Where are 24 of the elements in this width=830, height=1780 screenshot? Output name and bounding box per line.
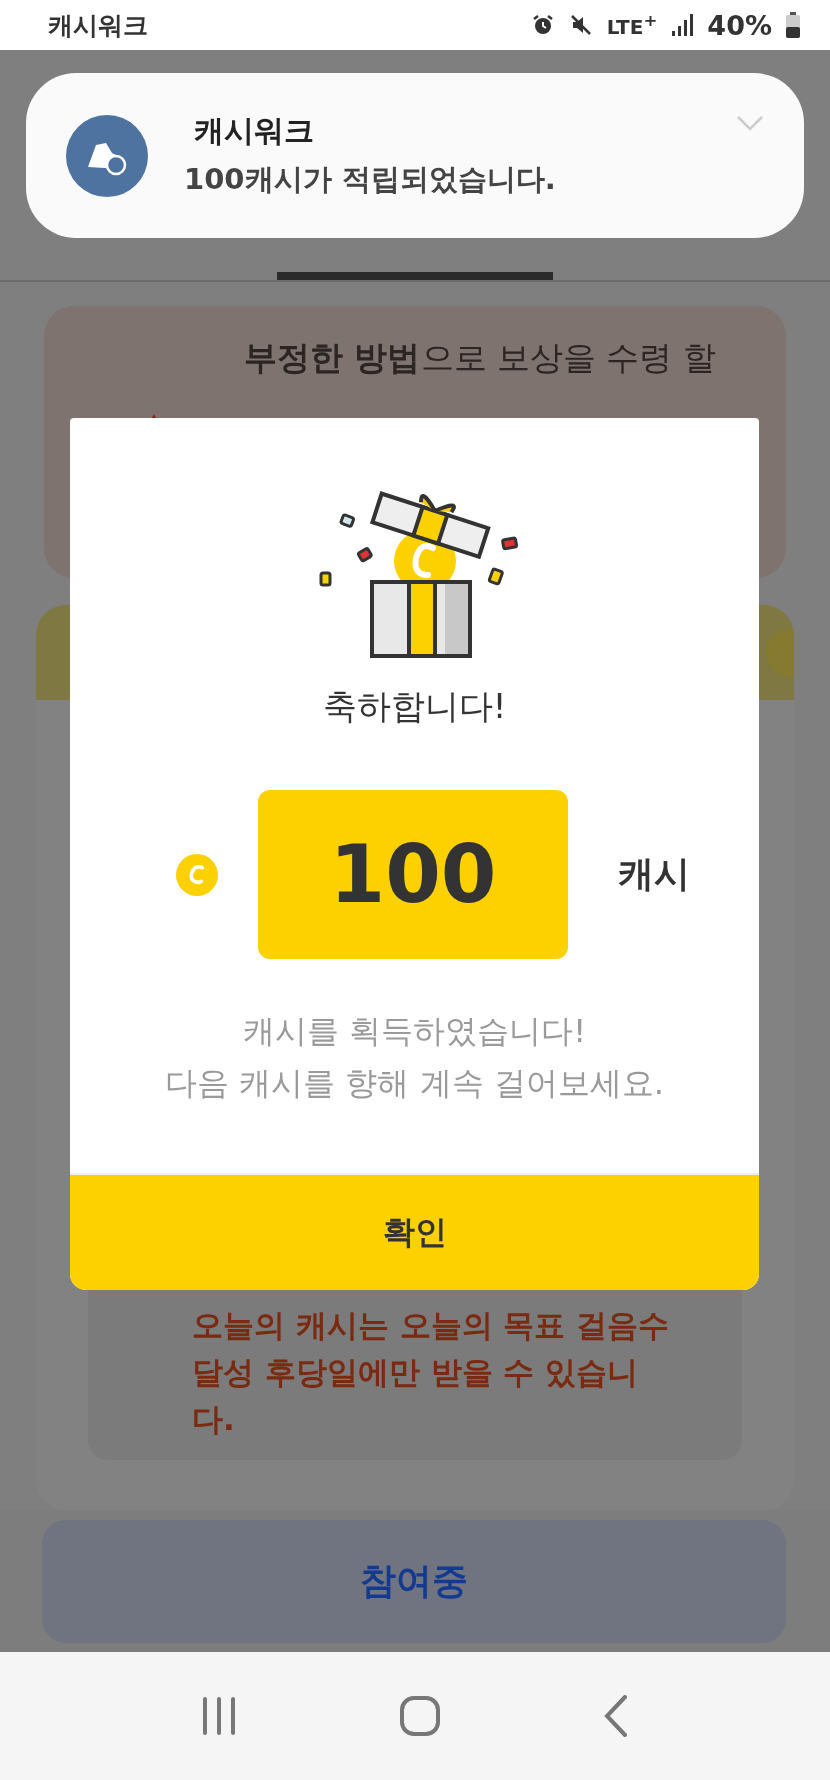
currency-unit: 캐시 [618,852,690,896]
notice-text: 다. [192,1400,236,1439]
notification-app-name: 캐시워크 [193,112,315,150]
warning-text: 부정한 방법으로 보상을 수령 할 [244,337,716,379]
notification-message: 100캐시가 적립되었습니다. [184,161,557,198]
dialog-message: 다음 캐시를 향해 계속 걸어보세요. [165,1063,664,1104]
recent-apps-icon[interactable] [202,1697,236,1735]
network-type: LTE$^{+}$ [606,11,658,39]
notice-text: 달성 후당일에만 받을 수 있습니 [192,1353,640,1392]
dialog-message: 캐시를 획득하였습니다! [243,1011,586,1052]
battery-percent: 40% [707,9,772,41]
dialog-title: 축하합니다! [322,685,507,728]
status-app-name: 캐시워크 [48,9,149,42]
mute-icon [568,13,593,37]
signal-icon [671,14,694,36]
sheet-handle[interactable] [277,272,553,280]
notice-text: 오늘의 캐시는 오늘의 목표 걸음수 [192,1306,671,1345]
battery-icon [786,12,800,38]
back-icon[interactable] [604,1695,628,1737]
confirm-button[interactable]: 확인 [70,1173,759,1290]
notification-card[interactable]: 캐시워크 100캐시가 적립되었습니다. [26,73,804,238]
reward-amount: 100 [258,790,568,959]
home-icon[interactable] [400,1696,440,1736]
app-icon [66,114,148,197]
